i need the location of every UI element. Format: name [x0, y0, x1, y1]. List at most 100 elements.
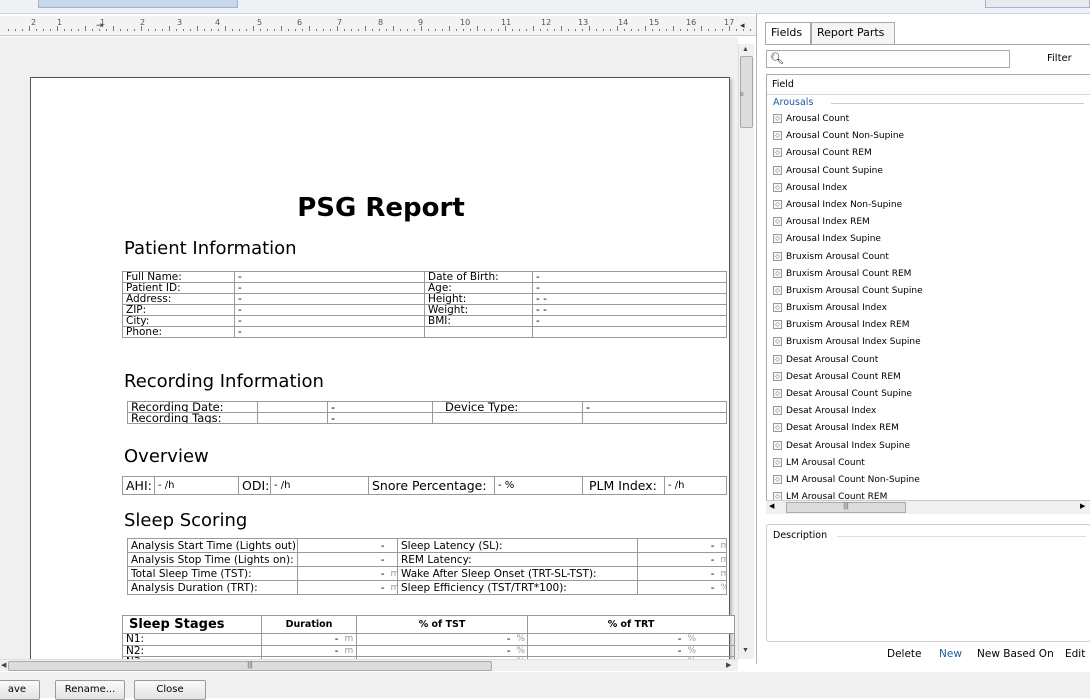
- scroll-right-arrow-icon[interactable]: ▶: [1080, 502, 1085, 510]
- scroll-left-arrow-icon[interactable]: ◀: [769, 502, 774, 510]
- scoring-value: -: [297, 580, 388, 595]
- field-item[interactable]: ◇ Arousal Index Non-Supine: [767, 197, 1090, 214]
- field-item[interactable]: ◇ Desat Arousal Count Supine: [767, 386, 1090, 403]
- rename-button[interactable]: Rename...: [55, 680, 125, 700]
- sleep-scoring-heading: Sleep Scoring: [124, 510, 248, 531]
- field-items: ◇ Arousal Count ◇ Arousal Count Non-Supine ◇…: [767, 111, 1090, 506]
- delete-button[interactable]: Delete: [887, 648, 922, 660]
- ruler-tick: [288, 29, 289, 31]
- ruler-tick: [57, 26, 58, 31]
- edit-button[interactable]: Edit: [1065, 648, 1085, 660]
- field-list-horizontal-scrollbar[interactable]: ◀ ||| ▶: [766, 500, 1090, 514]
- field-item[interactable]: ◇ Desat Arousal Index Supine: [767, 438, 1090, 455]
- scroll-down-arrow-icon[interactable]: ▼: [742, 647, 749, 654]
- ruler-tick: [421, 26, 422, 31]
- field-item[interactable]: ◇ Arousal Count REM: [767, 145, 1090, 162]
- patient-field-value: -: [532, 271, 727, 283]
- scoring-unit: m: [387, 566, 398, 581]
- ruler-tick: [323, 29, 324, 31]
- patient-field-value: -: [234, 326, 425, 338]
- filter-button[interactable]: Filter: [1047, 53, 1072, 64]
- odi-label: ODI:: [238, 476, 271, 495]
- patient-field-value: [532, 326, 727, 338]
- field-item[interactable]: ◇ Desat Arousal Index: [767, 403, 1090, 420]
- field-list[interactable]: Field Arousals ◇ Arousal Count ◇ Arousal Co…: [766, 74, 1090, 514]
- new-button[interactable]: New: [939, 648, 962, 660]
- pct-trt-header: % of TRT: [527, 615, 736, 634]
- ruler-indent-marker-icon[interactable]: ⇥: [96, 20, 104, 31]
- field-item[interactable]: ◇ Arousal Count Non-Supine: [767, 128, 1090, 145]
- tab-report-parts[interactable]: Report Parts: [811, 22, 895, 44]
- ruler-label: 12: [541, 18, 552, 27]
- field-item-label: Bruxism Arousal Count Supine: [786, 285, 923, 296]
- scoring-value: -: [297, 566, 388, 581]
- field-item[interactable]: ◇ Arousal Index REM: [767, 214, 1090, 231]
- overview-heading: Overview: [124, 446, 209, 467]
- tab-fields[interactable]: Fields: [765, 22, 811, 44]
- scroll-right-arrow-icon[interactable]: ▶: [726, 661, 731, 669]
- report-canvas[interactable]: PSG Report Patient Information Full Name…: [0, 37, 738, 659]
- snore-value: - %: [494, 476, 583, 495]
- field-item[interactable]: ◇ LM Arousal Count: [767, 455, 1090, 472]
- scroll-up-arrow-icon[interactable]: ▲: [742, 46, 749, 53]
- recording-info-heading: Recording Information: [124, 371, 324, 392]
- ruler-tick: [155, 29, 156, 31]
- field-item[interactable]: ◇ Arousal Count: [767, 111, 1090, 128]
- patient-field-value: -: [234, 304, 425, 316]
- field-item[interactable]: ◇ Arousal Count Supine: [767, 163, 1090, 180]
- ruler-label: 3: [177, 18, 183, 27]
- save-button[interactable]: ave: [0, 680, 40, 700]
- field-item[interactable]: ◇ Desat Arousal Count REM: [767, 369, 1090, 386]
- ruler-right-margin-icon[interactable]: ◂: [740, 20, 745, 31]
- field-icon: ◇: [773, 199, 782, 209]
- field-item[interactable]: ◇ Bruxism Arousal Count: [767, 249, 1090, 266]
- scoring-unit: m: [717, 552, 727, 567]
- patient-row: Full Name: - Date of Birth: -: [122, 271, 727, 283]
- ruler-tick: [92, 29, 93, 31]
- field-scroll-thumb[interactable]: |||: [786, 502, 906, 513]
- ruler-tick: [505, 26, 506, 31]
- field-item[interactable]: ◇ Bruxism Arousal Count REM: [767, 266, 1090, 283]
- patient-field-value: -: [532, 282, 727, 294]
- field-search-input[interactable]: 🔍︎: [766, 50, 1010, 68]
- ruler-tick: [477, 26, 478, 31]
- ruler-tick: [701, 26, 702, 31]
- close-button[interactable]: Close: [134, 680, 206, 700]
- field-item[interactable]: ◇ Arousal Index Supine: [767, 231, 1090, 248]
- scoring-label: Total Sleep Time (TST):: [127, 566, 298, 581]
- field-item[interactable]: ◇ Bruxism Arousal Index Supine: [767, 334, 1090, 351]
- field-item[interactable]: ◇ Desat Arousal Index REM: [767, 420, 1090, 437]
- fields-panel: Fields Report Parts 🔍︎ Filter Field Arou…: [756, 14, 1090, 664]
- scroll-left-arrow-icon[interactable]: ◀: [1, 661, 6, 669]
- sleep-stages-header: Sleep Stages: [122, 615, 262, 634]
- field-item[interactable]: ◇ Bruxism Arousal Count Supine: [767, 283, 1090, 300]
- scoring-label: Sleep Latency (SL):: [397, 538, 638, 553]
- new-based-on-button[interactable]: New Based On: [977, 648, 1054, 660]
- canvas-vertical-scrollbar[interactable]: ▲ ≡ ▼: [738, 44, 754, 659]
- field-item[interactable]: ◇ Arousal Index: [767, 180, 1090, 197]
- ruler-tick: [617, 26, 618, 31]
- horizontal-scroll-thumb[interactable]: |||: [8, 661, 492, 671]
- ruler-tick: [127, 29, 128, 31]
- field-item-label: Bruxism Arousal Index: [786, 303, 887, 314]
- ruler-tick: [169, 26, 170, 31]
- ruler-tick: [456, 29, 457, 31]
- ruler-tick: [540, 29, 541, 31]
- ruler-tick: [64, 29, 65, 31]
- ruler-tick: [120, 29, 121, 31]
- scoring-unit: [387, 538, 398, 553]
- description-label: Description: [773, 530, 832, 541]
- ruler-tick: [575, 29, 576, 31]
- field-item-label: LM Arousal Count: [786, 457, 865, 468]
- field-item[interactable]: ◇ Bruxism Arousal Index: [767, 300, 1090, 317]
- patient-field-value: -: [234, 315, 425, 327]
- ruler-tick: [78, 29, 79, 31]
- stage-value: -: [527, 644, 685, 657]
- canvas-horizontal-scrollbar[interactable]: ◀ ||| ▶: [0, 659, 738, 671]
- field-item[interactable]: ◇ LM Arousal Count Non-Supine: [767, 472, 1090, 489]
- field-icon: ◇: [773, 354, 782, 364]
- field-item[interactable]: ◇ Desat Arousal Count: [767, 352, 1090, 369]
- ruler-label: 15: [649, 18, 660, 27]
- field-item[interactable]: ◇ Bruxism Arousal Index REM: [767, 317, 1090, 334]
- stage-row: N1: - m -% -%: [122, 633, 736, 646]
